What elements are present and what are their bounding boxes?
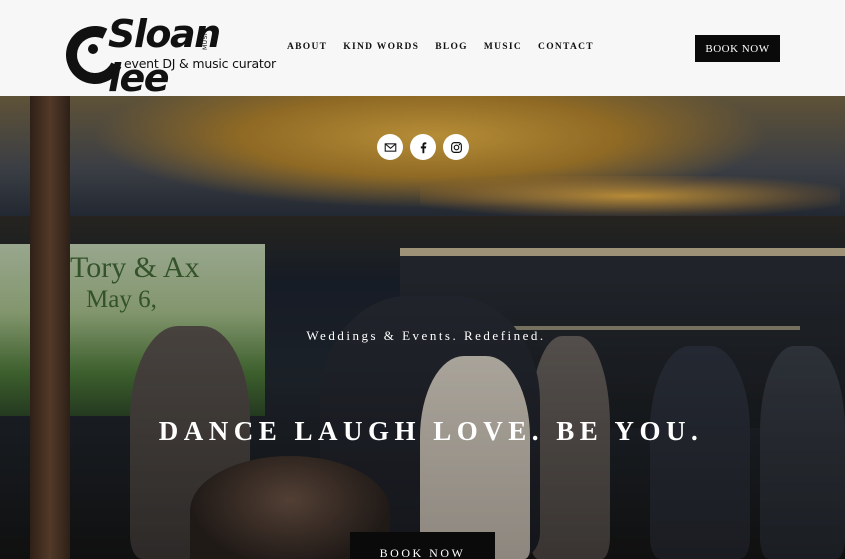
facebook-icon[interactable] — [410, 134, 436, 160]
social-links — [377, 134, 469, 160]
vinyl-center-dot — [88, 44, 98, 54]
mail-icon[interactable] — [377, 134, 403, 160]
nav-music[interactable]: MUSIC — [484, 42, 522, 52]
nav-kind-words[interactable]: KIND WORDS — [343, 42, 419, 52]
logo[interactable]: Sloan lee MUSIC event DJ & music curator — [57, 12, 276, 100]
site-header: Sloan lee MUSIC event DJ & music curator… — [0, 0, 845, 100]
logo-music-label: MUSIC — [202, 28, 209, 50]
nav-about[interactable]: ABOUT — [287, 42, 327, 52]
nav-contact[interactable]: CONTACT — [538, 42, 594, 52]
hero-section: Tory & Ax May 6, Weddings & Events. Rede… — [0, 96, 845, 559]
hero-tagline: Weddings & Events. Redefined. — [306, 328, 546, 343]
instagram-icon[interactable] — [443, 134, 469, 160]
main-nav: ABOUT KIND WORDS BLOG MUSIC CONTACT — [287, 42, 594, 52]
logo-tagline: event DJ & music curator — [124, 56, 276, 71]
book-now-button-hero[interactable]: BOOK NOW — [350, 532, 495, 559]
book-now-button-header[interactable]: BOOK NOW — [695, 35, 780, 62]
hero-headline: DANCE LAUGH LOVE. BE YOU. — [158, 416, 704, 446]
nav-blog[interactable]: BLOG — [435, 42, 468, 52]
